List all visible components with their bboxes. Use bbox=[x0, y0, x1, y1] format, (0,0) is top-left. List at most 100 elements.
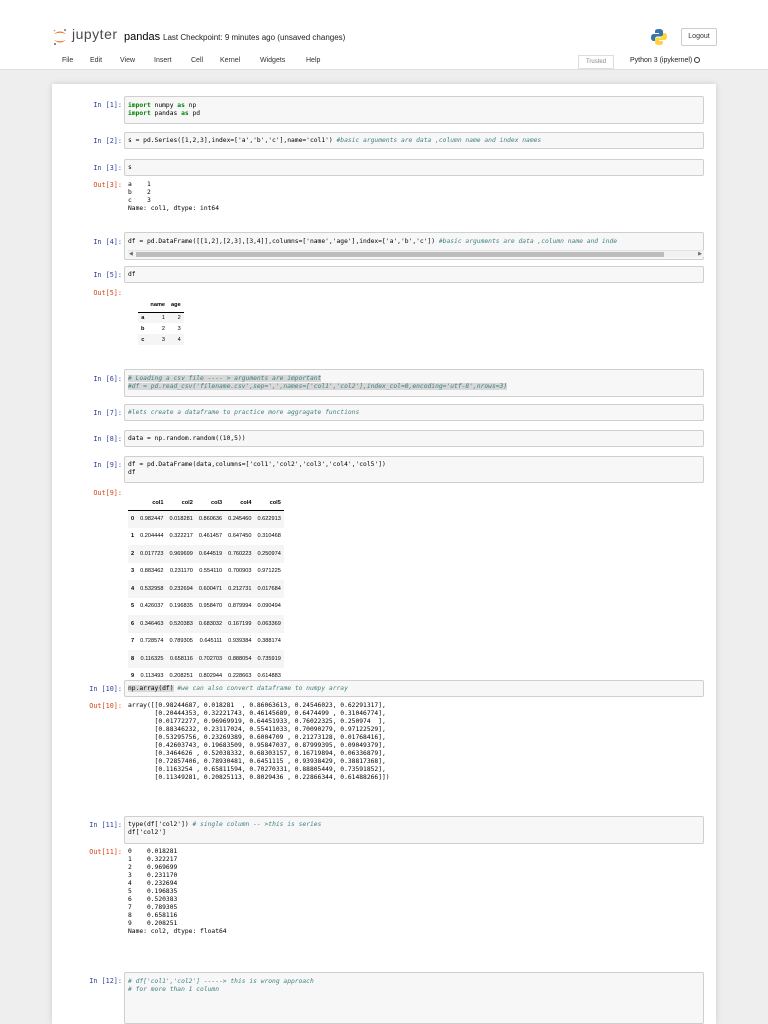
header-bar: jupyter pandas Last Checkpoint: 9 minute… bbox=[0, 0, 768, 54]
table-cell: 0.063369 bbox=[257, 620, 281, 627]
input-prompt: In [10]: bbox=[89, 685, 122, 693]
column-header: col5 bbox=[254, 497, 284, 511]
output-prompt: Out[11]: bbox=[89, 848, 122, 856]
scroll-right-arrow-icon[interactable]: ▶ bbox=[698, 251, 702, 257]
table-cell: 0.212731 bbox=[228, 585, 252, 592]
table-cell: 0.728574 bbox=[140, 638, 164, 645]
input-prompt: In [4]: bbox=[93, 238, 122, 246]
table-cell: 0.644519 bbox=[198, 550, 223, 557]
table-cell: 0.204444 bbox=[140, 533, 164, 540]
row-index: 6 bbox=[131, 620, 135, 627]
table-row: b 2 3 bbox=[138, 323, 184, 334]
table-cell: 2 bbox=[161, 325, 166, 332]
cell-output-text: a 1 b 2 c 3 Name: col1, dtype: int64 bbox=[128, 181, 219, 212]
scroll-left-arrow-icon[interactable]: ◀ bbox=[129, 251, 133, 257]
jupyter-logo-text[interactable]: jupyter bbox=[72, 26, 118, 42]
code-cell-11[interactable]: type(df['col2']) # single column -- >thi… bbox=[124, 816, 704, 844]
table-row: a 1 2 bbox=[138, 312, 184, 323]
table-cell: 0.090494 bbox=[257, 603, 281, 610]
column-header: age bbox=[168, 299, 184, 313]
input-prompt: In [9]: bbox=[93, 461, 122, 469]
table-row: 1 0.204444 0.322217 0.461457 0.647450 0.31046… bbox=[128, 528, 284, 546]
menu-kernel[interactable]: Kernel bbox=[220, 57, 240, 64]
table-cell: 0.879994 bbox=[228, 603, 252, 610]
code-line: type(df['col2']) # single column -- >thi… bbox=[128, 821, 322, 828]
table-cell: 0.958470 bbox=[198, 603, 223, 610]
code-cell-1[interactable]: import numpy as np import pandas as pd bbox=[124, 96, 704, 124]
menu-help[interactable]: Help bbox=[306, 57, 320, 64]
kernel-name: Python 3 (ipykernel) bbox=[630, 57, 693, 64]
menu-file[interactable]: File bbox=[62, 57, 73, 64]
table-cell: 0.018281 bbox=[169, 516, 193, 522]
code-cell-12[interactable]: # df['col1','col2'] -----> this is wrong… bbox=[124, 972, 704, 1024]
menu-cell[interactable]: Cell bbox=[191, 57, 203, 64]
dataframe-table: col1 col2 col3 col4 col5 0 0.982447 0.018281 0.… bbox=[128, 497, 284, 685]
kernel-indicator[interactable]: Python 3 (ipykernel) bbox=[630, 57, 701, 64]
menu-widgets[interactable]: Widgets bbox=[260, 57, 285, 64]
table-cell: 0.789305 bbox=[169, 638, 193, 645]
code-cell-2[interactable]: s = pd.Series([1,2,3],index=['a','b','c'… bbox=[124, 132, 704, 149]
table-row: 3 0.883462 0.231170 0.554110 0.700903 0.97122… bbox=[128, 563, 284, 581]
table-row: 2 0.017723 0.969699 0.644519 0.760223 0.25097… bbox=[128, 545, 284, 563]
notebook-container: In [1]: import numpy as np import pandas… bbox=[52, 84, 716, 1024]
code-line: np.array(df) #we can also convert datafr… bbox=[128, 685, 348, 692]
logout-button[interactable]: Logout bbox=[681, 28, 717, 46]
dataframe-table: name age a 1 2 b 2 3 c 3 4 bbox=[138, 299, 184, 345]
menu-insert[interactable]: Insert bbox=[154, 57, 172, 64]
jupyter-logo-icon[interactable] bbox=[52, 27, 68, 47]
code-line: import numpy as np bbox=[128, 102, 197, 109]
code-cell-6[interactable]: # Loading a csv file ---- > arguments ar… bbox=[124, 369, 704, 397]
code-line: import pandas as pd bbox=[128, 110, 201, 117]
input-prompt: In [2]: bbox=[93, 137, 122, 145]
code-cell-10[interactable]: np.array(df) #we can also convert datafr… bbox=[124, 680, 704, 697]
row-index: 8 bbox=[131, 655, 135, 662]
code-cell-7[interactable]: #lets create a dataframe to practice mor… bbox=[124, 404, 704, 421]
table-cell: 0.939384 bbox=[228, 638, 252, 645]
table-cell: 0.971225 bbox=[257, 568, 281, 575]
table-row: 5 0.426037 0.196835 0.958470 0.879994 0.09049… bbox=[128, 598, 284, 616]
scrollbar-thumb[interactable] bbox=[136, 252, 664, 257]
table-cell: 0.600471 bbox=[198, 585, 223, 592]
horizontal-scrollbar[interactable]: ◀ ▶ bbox=[128, 250, 704, 257]
row-index: 2 bbox=[131, 550, 135, 557]
table-row: 7 0.728574 0.789305 0.645111 0.939384 0.38817… bbox=[128, 633, 284, 651]
trusted-indicator[interactable]: Trusted bbox=[578, 55, 614, 69]
row-index: c bbox=[141, 336, 145, 343]
row-index: a bbox=[141, 314, 145, 321]
table-cell: 3 bbox=[161, 336, 166, 343]
table-cell: 0.622913 bbox=[257, 516, 281, 522]
table-cell: 0.017723 bbox=[140, 550, 164, 557]
menu-edit[interactable]: Edit bbox=[90, 57, 102, 64]
code-line: s bbox=[128, 164, 132, 171]
table-cell: 0.461457 bbox=[198, 533, 223, 540]
table-header-row: col1 col2 col3 col4 col5 bbox=[128, 497, 284, 511]
code-line: s = pd.Series([1,2,3],index=['a','b','c'… bbox=[128, 137, 542, 144]
input-prompt: In [7]: bbox=[93, 409, 122, 417]
code-line: df['col2'] bbox=[128, 829, 166, 836]
code-line: # Loading a csv file ---- > arguments ar… bbox=[128, 375, 322, 382]
code-cell-3[interactable]: s bbox=[124, 159, 704, 176]
input-prompt: In [11]: bbox=[89, 821, 122, 829]
table-cell: 0.702703 bbox=[198, 655, 223, 662]
output-prompt: Out[3]: bbox=[93, 181, 122, 189]
python-logo-icon bbox=[651, 29, 667, 45]
table-cell: 0.426037 bbox=[140, 603, 164, 610]
table-cell: 0.883462 bbox=[140, 568, 164, 575]
table-row: 8 0.116325 0.658116 0.702703 0.888054 0.73591… bbox=[128, 650, 284, 668]
table-cell: 0.647450 bbox=[228, 533, 252, 540]
table-row: 6 0.346463 0.520383 0.683032 0.167199 0.06336… bbox=[128, 615, 284, 633]
table-cell: 0.888054 bbox=[228, 655, 252, 662]
input-prompt: In [8]: bbox=[93, 435, 122, 443]
code-cell-8[interactable]: data = np.random.random((10,5)) bbox=[124, 430, 704, 447]
cell-output-text: array([[0.98244687, 0.018281 , 0.8606361… bbox=[128, 702, 390, 781]
table-row: 4 0.532958 0.232694 0.600471 0.212731 0.01768… bbox=[128, 580, 284, 598]
table-cell: 4 bbox=[177, 336, 181, 343]
table-cell: 0.969699 bbox=[169, 550, 193, 557]
table-cell: 0.346463 bbox=[140, 620, 164, 627]
code-cell-5[interactable]: df bbox=[124, 266, 704, 283]
table-cell: 0.388174 bbox=[257, 638, 281, 645]
table-cell: 0.700903 bbox=[228, 568, 252, 575]
menu-view[interactable]: View bbox=[120, 57, 135, 64]
notebook-name[interactable]: pandas bbox=[124, 31, 160, 43]
code-cell-9[interactable]: df = pd.DataFrame(data,columns=['col1','… bbox=[124, 456, 704, 483]
